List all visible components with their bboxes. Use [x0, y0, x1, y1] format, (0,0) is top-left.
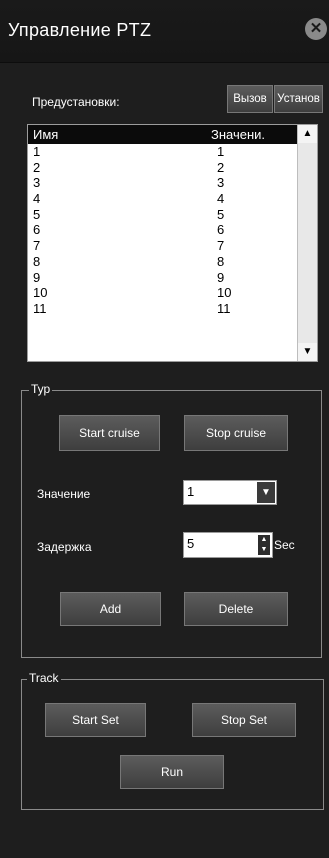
delay-unit: Sec	[274, 538, 295, 552]
preset-value-cell: 11	[217, 300, 231, 316]
scroll-down-icon[interactable]: ▼	[298, 343, 317, 361]
stop-set-button[interactable]: Stop Set	[192, 703, 296, 737]
table-row[interactable]: 44	[28, 191, 298, 207]
track-group	[21, 679, 324, 810]
presets-scrollbar[interactable]: ▲ ▼	[297, 125, 317, 361]
preset-name-cell: 10	[33, 285, 48, 301]
preset-value-cell: 5	[217, 206, 225, 222]
delay-spinbox[interactable]: 5 ▲ ▼	[183, 532, 273, 558]
add-button[interactable]: Add	[60, 592, 161, 626]
presets-list[interactable]: Имя Значени. 11 22 33 44 55 66 77 88 99 …	[27, 124, 318, 362]
set-preset-button[interactable]: Установ	[274, 85, 323, 113]
table-row[interactable]: 10 10	[28, 285, 298, 301]
delay-label: Задержка	[37, 540, 92, 554]
window-title: Управление PTZ	[8, 20, 152, 40]
preset-value-cell: 10	[217, 285, 232, 301]
value-label: Значение	[37, 487, 91, 501]
start-cruise-button[interactable]: Start cruise	[59, 415, 160, 451]
table-row[interactable]: 99	[28, 270, 298, 286]
spin-down-icon[interactable]: ▼	[258, 545, 270, 555]
track-legend: Track	[27, 671, 61, 685]
stop-cruise-button[interactable]: Stop cruise	[184, 415, 288, 451]
value-select[interactable]: 1 ▼	[183, 480, 277, 505]
table-row[interactable]: 66	[28, 222, 298, 238]
table-row[interactable]: 33	[28, 175, 298, 191]
preset-value-cell: 8	[217, 253, 225, 269]
preset-value-cell: 4	[217, 191, 225, 207]
chevron-down-icon[interactable]: ▼	[257, 482, 275, 503]
delay-value: 5	[187, 536, 195, 551]
table-row[interactable]: 11 11	[28, 301, 298, 317]
preset-name-cell: 2	[33, 159, 41, 175]
table-row[interactable]: 11	[28, 144, 298, 160]
preset-name-cell: 5	[33, 206, 41, 222]
table-row[interactable]: 55	[28, 207, 298, 223]
preset-name-cell: 1	[33, 144, 41, 159]
preset-name-cell: 7	[33, 238, 41, 254]
preset-value-cell: 1	[217, 144, 225, 159]
value-select-current: 1	[187, 484, 195, 499]
preset-value-cell: 3	[217, 175, 225, 191]
presets-table-header: Имя Значени.	[28, 125, 298, 144]
scroll-up-icon[interactable]: ▲	[298, 125, 317, 143]
preset-name-cell: 6	[33, 222, 41, 238]
preset-value-cell: 2	[217, 159, 225, 175]
title-bar: Управление PTZ ✕	[0, 0, 329, 63]
presets-label: Предустановки:	[32, 95, 120, 109]
column-header-value[interactable]: Значени.	[211, 127, 265, 142]
preset-name-cell: 8	[33, 253, 41, 269]
spin-up-icon[interactable]: ▲	[258, 535, 270, 545]
preset-value-cell: 9	[217, 269, 225, 285]
start-set-button[interactable]: Start Set	[45, 703, 146, 737]
preset-name-cell: 4	[33, 191, 41, 207]
close-icon[interactable]: ✕	[305, 18, 327, 40]
run-button[interactable]: Run	[120, 755, 224, 789]
delete-button[interactable]: Delete	[184, 592, 288, 626]
preset-name-cell: 9	[33, 269, 41, 285]
presets-rows: 11 22 33 44 55 66 77 88 99 10 10 11 11	[28, 144, 298, 317]
preset-name-cell: 3	[33, 175, 41, 191]
table-row[interactable]: 88	[28, 254, 298, 270]
preset-value-cell: 6	[217, 222, 225, 238]
column-header-name[interactable]: Имя	[33, 127, 58, 142]
preset-value-cell: 7	[217, 238, 225, 254]
table-row[interactable]: 22	[28, 160, 298, 176]
preset-name-cell: 11	[33, 300, 47, 316]
tour-legend: Тур	[29, 382, 53, 396]
table-row[interactable]: 77	[28, 238, 298, 254]
call-preset-button[interactable]: Вызов	[227, 85, 273, 113]
